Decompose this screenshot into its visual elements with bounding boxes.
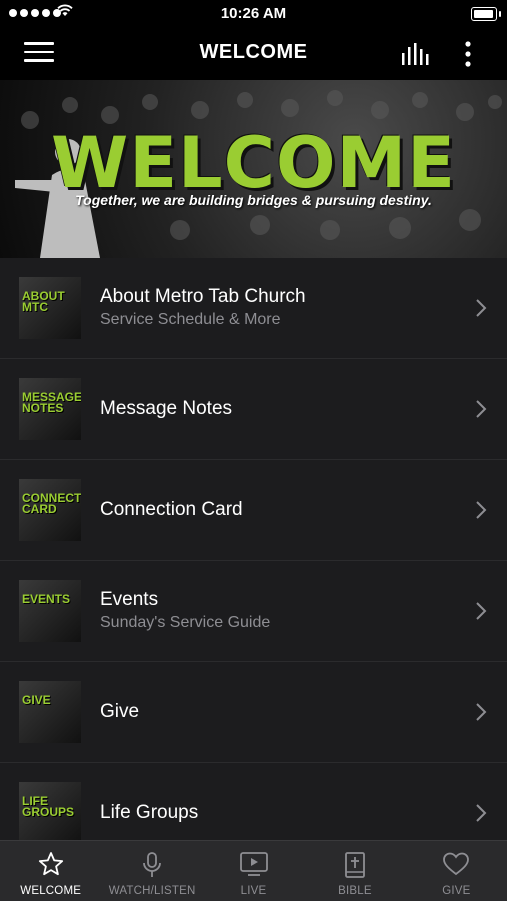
thumbnail-label: LIFE GROUPS — [22, 794, 75, 819]
tab-welcome[interactable]: WELCOME — [0, 841, 101, 901]
thumbnail-label: GIVE — [22, 693, 51, 707]
thumbnail-label: EVENTS — [22, 592, 71, 606]
battery-icon — [471, 7, 501, 21]
chevron-right-icon — [476, 400, 487, 418]
navigation-bar: WELCOME — [0, 28, 507, 80]
thumbnail-label: ABOUT MTC — [22, 289, 65, 314]
list-item-title: Give — [100, 701, 140, 722]
list-item-about[interactable]: ABOUT MTC About Metro Tab Church Service… — [0, 258, 507, 359]
tab-bible[interactable]: BIBLE — [304, 841, 405, 901]
list-item-subtitle: Service Schedule & More — [100, 311, 281, 328]
message-notes-thumbnail: MESSAGE NOTES — [19, 378, 81, 440]
status-time: 10:26 AM — [220, 5, 287, 22]
list-item-connection-card[interactable]: CONNECTON CARD Connection Card — [0, 460, 507, 561]
list-item-title: Message Notes — [100, 398, 233, 419]
list-item-title: Connection Card — [100, 499, 243, 520]
tab-label: GIVE — [442, 885, 471, 897]
list-item-message-notes[interactable]: MESSAGE NOTES Message Notes — [0, 359, 507, 460]
bible-icon — [345, 852, 365, 878]
chevron-right-icon — [476, 299, 487, 317]
tab-label: LIVE — [240, 885, 267, 897]
more-options-icon[interactable] — [460, 40, 476, 68]
list-item-subtitle: Sunday's Service Guide — [100, 614, 271, 631]
tab-label: WELCOME — [20, 885, 82, 897]
tab-watch-listen[interactable]: WATCH/LISTEN — [101, 841, 202, 901]
events-thumbnail: EVENTS — [19, 580, 81, 642]
give-thumbnail: GIVE — [19, 681, 81, 743]
tab-give[interactable]: GIVE — [406, 841, 507, 901]
chevron-right-icon — [476, 602, 487, 620]
list-item-events[interactable]: EVENTS Events Sunday's Service Guide — [0, 561, 507, 662]
list-item-title: Events — [100, 589, 159, 610]
thumbnail-label: CONNECTON CARD — [22, 491, 81, 516]
list-item-give[interactable]: GIVE Give — [0, 662, 507, 763]
chevron-right-icon — [476, 501, 487, 519]
chevron-right-icon — [476, 804, 487, 822]
microphone-icon — [143, 852, 162, 877]
connection-card-thumbnail: CONNECTON CARD — [19, 479, 81, 541]
thumbnail-label: MESSAGE NOTES — [22, 390, 81, 415]
status-bar: 10:26 AM — [0, 0, 507, 28]
chevron-right-icon — [476, 703, 487, 721]
star-icon — [38, 852, 63, 876]
life-groups-thumbnail: LIFE GROUPS — [19, 782, 81, 844]
heart-icon — [443, 852, 470, 876]
list-item-title: Life Groups — [100, 802, 199, 823]
tab-label: BIBLE — [338, 885, 372, 897]
list-item-title: About Metro Tab Church — [100, 286, 306, 307]
about-thumbnail: ABOUT MTC — [19, 277, 81, 339]
tv-play-icon — [239, 852, 268, 876]
banner-subtitle: Together, we are building bridges & purs… — [75, 192, 432, 208]
menu-list: ABOUT MTC About Metro Tab Church Service… — [0, 258, 507, 864]
audio-bars-icon[interactable] — [400, 41, 432, 67]
tab-label: WATCH/LISTEN — [108, 885, 196, 897]
tab-live[interactable]: LIVE — [203, 841, 304, 901]
welcome-banner: WELCOME Together, we are building bridge… — [0, 80, 507, 258]
tab-bar: WELCOME WATCH/LISTEN LIVE BIBLE GIVE — [0, 840, 507, 901]
